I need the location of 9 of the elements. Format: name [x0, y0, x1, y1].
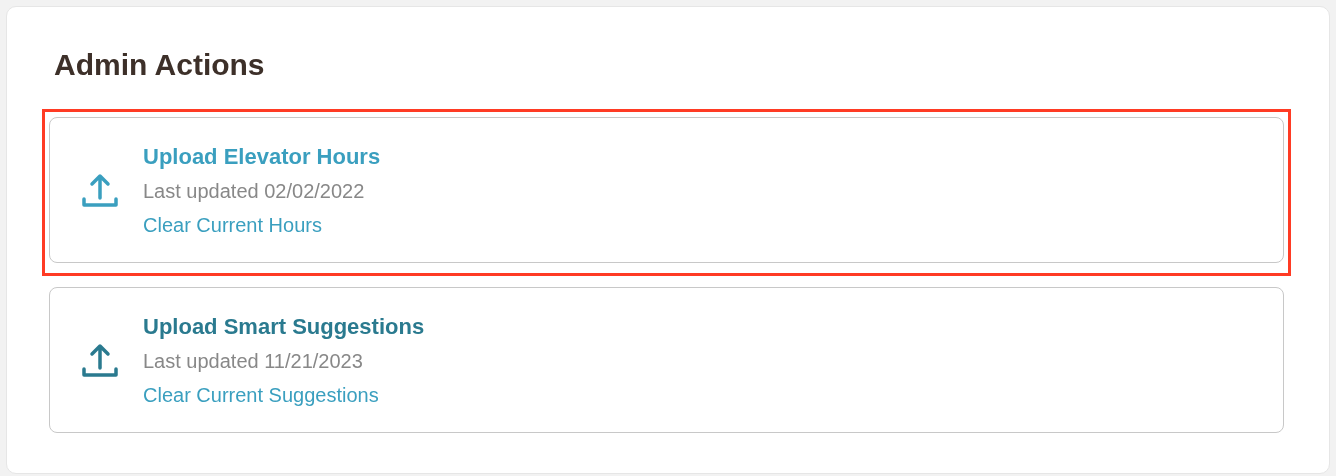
action-title: Upload Smart Suggestions — [143, 313, 425, 341]
clear-link[interactable]: Clear Current Suggestions — [143, 378, 379, 412]
panel-title: Admin Actions — [54, 47, 266, 83]
action-title: Upload Elevator Hours — [143, 143, 381, 171]
last-updated-text: Last updated 02/02/2022 — [143, 179, 366, 204]
action-card[interactable]: Upload Smart Suggestions Last updated 11/21/2023 Clear Current Suggestions — [49, 287, 1284, 433]
last-updated-text: Last updated 11/21/2023 — [143, 349, 364, 374]
action-card[interactable]: Upload Elevator Hours Last updated 02/02/2022 Clear Current Hours — [49, 117, 1284, 263]
clear-link[interactable]: Clear Current Hours — [143, 208, 322, 242]
